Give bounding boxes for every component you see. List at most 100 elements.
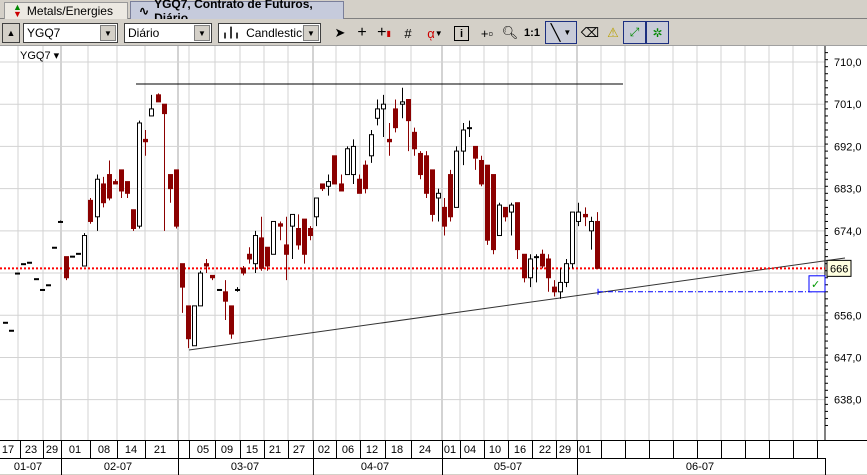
add-object-icon[interactable]: +▫ — [477, 23, 497, 43]
candle-body — [290, 213, 295, 227]
date-tick-separator — [532, 441, 533, 458]
support-trendline — [188, 257, 846, 351]
info-icon[interactable]: i — [454, 26, 469, 41]
candle-body — [259, 237, 264, 269]
date-tick-separator — [769, 441, 770, 458]
period-value: Diário — [128, 26, 160, 40]
collapse-button[interactable]: ▲ — [2, 23, 20, 43]
chart-symbol-menu[interactable]: YGQ7 ▾ — [20, 49, 59, 62]
crosshair-icon[interactable]: + — [352, 23, 372, 43]
grid-icon[interactable]: # — [398, 23, 418, 43]
candle-body — [162, 103, 167, 115]
tab-ygq7-chart[interactable]: ∿ YGQ7, Contrato de Futuros, Diário — [130, 0, 344, 25]
trade-markers-button[interactable]: ✲ — [646, 21, 669, 44]
candle-body — [351, 145, 356, 176]
candle-body — [552, 286, 557, 293]
date-tick-separator — [484, 441, 485, 458]
candle-body — [253, 235, 258, 265]
candle-body — [308, 227, 313, 237]
date-tick-label: 02 — [317, 444, 331, 456]
symbol-combo[interactable]: YGQ7 ▼ — [23, 23, 118, 43]
candle-body — [296, 227, 301, 246]
month-label: 06-07 — [685, 461, 715, 473]
date-tick-label: 18 — [390, 444, 404, 456]
date-tick-separator — [817, 441, 818, 458]
price-tick-label: 674,0 — [834, 226, 862, 238]
candle-body — [357, 178, 362, 194]
tab-metals-energies[interactable]: ▲ ▼ Metals/Energies — [4, 2, 128, 19]
month-separator — [825, 458, 826, 475]
date-tick-label: 21 — [153, 444, 167, 456]
candle-body — [241, 267, 246, 274]
trade-markers-icon: ✲ — [652, 25, 663, 40]
date-tick-separator — [601, 441, 602, 458]
candle-body — [278, 223, 283, 227]
candle-body — [339, 183, 344, 192]
crosshair-marker-icon[interactable]: + ▮ — [374, 23, 394, 43]
chart-wave-icon: ∿ — [139, 3, 150, 18]
candle-body — [247, 253, 252, 260]
candle-body — [345, 148, 350, 176]
tab-label: Metals/Energies — [26, 4, 113, 18]
chart-type-combo[interactable]: ╻┃╻ Candlestick ▼ — [218, 23, 321, 43]
date-tick-label: 14 — [124, 444, 138, 456]
candle-body — [46, 284, 51, 287]
date-tick-label: 06 — [341, 444, 355, 456]
price-chart[interactable]: 710,0 701,0 692,0 683,0 674,0 656,0 647,0 638,0… — [0, 46, 867, 440]
candle-body — [387, 138, 392, 143]
chevron-down-icon[interactable]: ▼ — [563, 28, 571, 37]
zoom-icon[interactable]: 🔍︎ — [500, 23, 520, 43]
eraser-icon[interactable]: ⌫ — [580, 23, 600, 43]
indicator-icon[interactable]: ᾳ ▼ — [420, 23, 450, 43]
period-combo[interactable]: Diário ▼ — [124, 23, 212, 43]
chevron-down-icon[interactable]: ▼ — [100, 25, 116, 41]
candle-body — [223, 291, 228, 302]
candle-body — [528, 258, 533, 279]
line-tool-button[interactable]: ╲ ▼ — [545, 21, 577, 44]
price-tick-label: 647,0 — [834, 352, 862, 364]
month-label: 04-07 — [360, 461, 390, 473]
candlestick-chart[interactable]: 710,0 701,0 692,0 683,0 674,0 656,0 647,0 638,0… — [0, 46, 867, 440]
date-tick-separator — [793, 441, 794, 458]
month-label: 05-07 — [493, 461, 523, 473]
candle-body — [235, 288, 240, 291]
candle-body — [583, 213, 588, 218]
candle-body — [210, 274, 215, 279]
date-tick-separator — [240, 441, 241, 458]
month-separator — [577, 458, 578, 475]
candle-body — [442, 206, 447, 227]
candle-body — [168, 174, 173, 190]
date-tick-separator — [178, 441, 179, 458]
candle-body — [15, 272, 20, 275]
month-label: 03-07 — [230, 461, 260, 473]
alert-icon[interactable]: ⚠ — [603, 23, 623, 43]
date-tick-label: 05 — [196, 444, 210, 456]
candle-body — [454, 150, 459, 208]
chevron-down-icon[interactable]: ▼ — [194, 25, 210, 41]
date-tick-label: 09 — [220, 444, 234, 456]
diagonal-line-icon: ╲ — [550, 24, 561, 42]
candle-body — [95, 178, 100, 218]
candle-body — [430, 169, 435, 215]
pointer-icon[interactable]: ➤ — [330, 23, 350, 43]
candle-body — [393, 108, 398, 129]
candle-body — [509, 204, 514, 213]
date-tick-label: 01 — [68, 444, 82, 456]
candle-body — [113, 181, 118, 185]
candle-body — [70, 255, 75, 258]
candle-body — [34, 278, 39, 281]
candle-body — [107, 174, 112, 199]
candle-body — [119, 169, 124, 192]
chevron-down-icon[interactable]: ▼ — [303, 25, 319, 41]
date-tick-label: 27 — [292, 444, 306, 456]
candle-body — [149, 108, 154, 117]
candle-body — [58, 220, 63, 223]
candle-body — [589, 220, 594, 232]
candle-body — [271, 220, 276, 255]
auto-scale-button[interactable]: ⤢ — [623, 21, 646, 44]
candle-body — [3, 321, 8, 324]
candle-body — [332, 155, 337, 185]
date-tick-label: 10 — [488, 444, 502, 456]
candle-body — [473, 145, 478, 159]
zoom-reset-button[interactable]: 1:1 — [522, 23, 542, 43]
